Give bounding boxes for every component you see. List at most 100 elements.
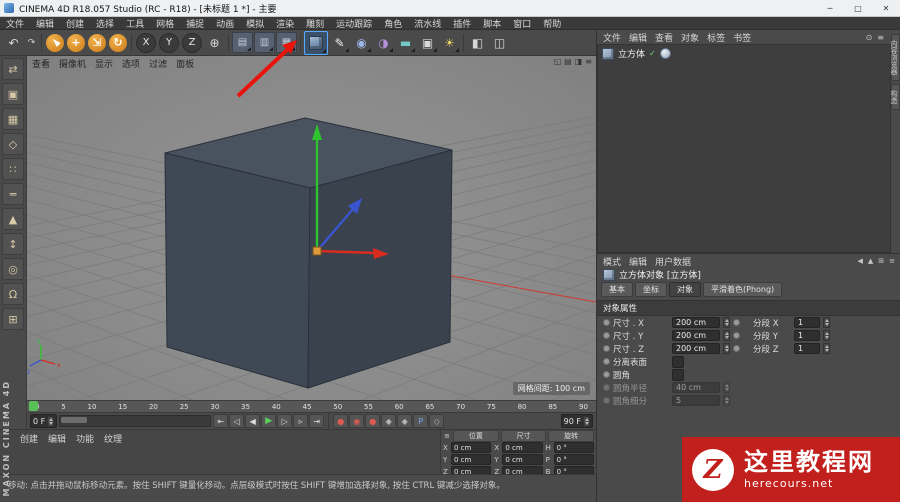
attribute-tab[interactable]: 坐标	[635, 282, 667, 297]
move-tool[interactable]: +	[67, 33, 85, 52]
menu-item[interactable]: 渲染	[270, 17, 300, 30]
cube-object[interactable]	[164, 117, 453, 389]
seg-x-input[interactable]: 1	[794, 317, 820, 328]
rotate-tool[interactable]: ↻	[109, 33, 127, 52]
record-rotation-button[interactable]: ◆	[397, 414, 413, 428]
attribute-tab[interactable]: 平滑着色(Phong)	[703, 282, 783, 297]
viewport-menu-item[interactable]: 显示	[95, 57, 113, 70]
make-editable-icon[interactable]: ⇄	[2, 58, 24, 80]
size-y-spinner[interactable]	[723, 330, 730, 341]
object-manager-menu-item[interactable]: 编辑	[629, 31, 647, 44]
cube-right-face[interactable]	[307, 149, 453, 389]
attribute-menu-item[interactable]: 用户数据	[655, 255, 691, 268]
size-z-spinner[interactable]	[723, 343, 730, 354]
record-scale-button[interactable]: ◆	[381, 414, 397, 428]
menu-item[interactable]: 插件	[447, 17, 477, 30]
size-z-input[interactable]: 200 cm	[672, 343, 720, 354]
pla-button[interactable]: ◇	[429, 414, 445, 428]
menu-item[interactable]: 网格	[150, 17, 180, 30]
lock-x-button[interactable]: X	[136, 32, 156, 53]
am-up-icon[interactable]: ▲	[868, 257, 873, 265]
play-button[interactable]: ▶	[261, 414, 277, 428]
menu-item[interactable]: 工具	[120, 17, 150, 30]
pane-rows-icon[interactable]: ▤	[564, 57, 572, 66]
scale-tool[interactable]: ⇲	[88, 33, 106, 52]
gizmo-origin-handle[interactable]	[312, 246, 322, 256]
workplane-lock-icon[interactable]: ⊞	[2, 308, 24, 330]
menu-item[interactable]: 捕捉	[180, 17, 210, 30]
record-parameter-button[interactable]: P	[413, 414, 429, 428]
keyframe-dot-icon[interactable]	[603, 358, 610, 365]
size-y-input[interactable]: 200 cm	[672, 330, 720, 341]
seg-z-spinner[interactable]	[823, 343, 830, 354]
menu-item[interactable]: 编辑	[30, 17, 60, 30]
side-dock-tab[interactable]: 内容浏览器	[890, 34, 900, 81]
seg-z-input[interactable]: 1	[794, 343, 820, 354]
display-mode-button[interactable]: ◧	[467, 32, 488, 53]
size-x-input[interactable]: 200 cm	[672, 317, 720, 328]
side-dock-tab[interactable]: 构造	[890, 84, 900, 110]
next-key-button[interactable]: ▹	[293, 414, 309, 428]
texture-mode-icon[interactable]: ▦	[2, 108, 24, 130]
menu-item[interactable]: 文件	[0, 17, 30, 30]
menu-item[interactable]: 流水线	[408, 17, 447, 30]
am-back-icon[interactable]: ◀	[857, 257, 862, 265]
size-x-spinner[interactable]	[723, 317, 730, 328]
om-filter-icon[interactable]: ⊙	[866, 33, 873, 42]
seg-x-spinner[interactable]	[823, 317, 830, 328]
polygons-mode-icon[interactable]: ▲	[2, 208, 24, 230]
am-menu-icon[interactable]: ≡	[889, 257, 895, 265]
rot-h-field[interactable]: 0 °	[553, 442, 594, 453]
camera-button[interactable]: ▣	[417, 32, 438, 53]
menu-item[interactable]: 模拟	[240, 17, 270, 30]
attribute-tab[interactable]: 基本	[601, 282, 633, 297]
material-menu-item[interactable]: 编辑	[48, 432, 66, 445]
position-header[interactable]: 位置	[453, 430, 499, 442]
viewport-menu-item[interactable]: 面板	[176, 57, 194, 70]
menu-item[interactable]: 帮助	[537, 17, 567, 30]
material-menu-item[interactable]: 功能	[76, 432, 94, 445]
keyframe-dot-icon[interactable]	[603, 371, 610, 378]
goto-start-button[interactable]: ⇤	[213, 414, 229, 428]
timeline-slider-handle[interactable]	[61, 417, 88, 423]
timeline-slider[interactable]	[59, 415, 212, 427]
end-frame-spinner[interactable]	[583, 415, 590, 427]
coords-menu-icon[interactable]: ≡	[443, 432, 451, 440]
object-manager-menu-item[interactable]: 文件	[603, 31, 621, 44]
object-row-cube[interactable]: 立方体 ✓	[598, 45, 890, 62]
object-manager-menu-item[interactable]: 标签	[707, 31, 725, 44]
cube-left-face[interactable]	[164, 152, 311, 389]
pane-split-icon[interactable]: ◨	[575, 57, 583, 66]
live-selection-tool[interactable]: ►	[46, 33, 64, 52]
lock-z-button[interactable]: Z	[182, 32, 202, 53]
goto-end-button[interactable]: ⇥	[309, 414, 325, 428]
enable-axis-icon[interactable]: ↕	[2, 233, 24, 255]
seg-y-input[interactable]: 1	[794, 330, 820, 341]
menu-item[interactable]: 运动跟踪	[330, 17, 378, 30]
light-button[interactable]: ☀	[439, 32, 460, 53]
coordinate-system-button[interactable]: ⊕	[204, 32, 225, 53]
minimize-button[interactable]: ─	[816, 0, 844, 16]
keyframe-dot-icon[interactable]	[733, 345, 740, 352]
keyframe-dot-icon[interactable]	[603, 332, 610, 339]
record-keyframe-button[interactable]: ●	[333, 414, 349, 428]
am-grid-icon[interactable]: ⊞	[878, 257, 884, 265]
material-menu-item[interactable]: 纹理	[104, 432, 122, 445]
keyframe-dot-icon[interactable]	[603, 345, 610, 352]
render-view-button[interactable]: ▤	[232, 32, 253, 53]
close-button[interactable]: ✕	[872, 0, 900, 16]
snap-icon[interactable]: Ω	[2, 283, 24, 305]
pos-x-field[interactable]: 0 cm	[451, 442, 492, 453]
pane-single-icon[interactable]: ◱	[554, 57, 562, 66]
object-manager-menu-item[interactable]: 书签	[733, 31, 751, 44]
frame-spinner[interactable]	[47, 415, 55, 427]
pane-menu-icon[interactable]: ≡	[585, 57, 592, 66]
attribute-tab[interactable]: 对象	[669, 282, 701, 297]
menu-item[interactable]: 选择	[90, 17, 120, 30]
autokey-button[interactable]: ◉	[349, 414, 365, 428]
size-header[interactable]: 尺寸	[500, 430, 547, 442]
object-manager-menu-item[interactable]: 查看	[655, 31, 673, 44]
undo-button[interactable]: ↶	[3, 32, 24, 53]
render-region-button[interactable]: ▥	[254, 32, 275, 53]
menu-item[interactable]: 动画	[210, 17, 240, 30]
